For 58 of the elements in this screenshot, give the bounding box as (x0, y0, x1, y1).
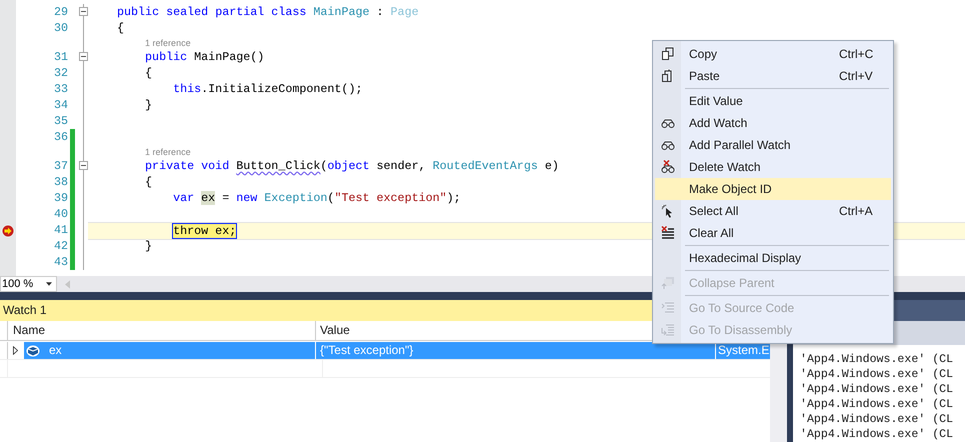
collapse-icon[interactable] (79, 7, 88, 16)
line-number: 34 (54, 98, 68, 112)
code-line: public sealed partial class MainPage : Page (117, 4, 419, 20)
line-number: 32 (54, 66, 68, 80)
glasses-delete-icon (661, 160, 675, 174)
line-number: 38 (54, 175, 68, 189)
menu-item[interactable]: Hexadecimal Display (655, 247, 891, 269)
code-line: { (145, 65, 152, 81)
output-line: 'App4.Windows.exe' (CL (800, 397, 954, 412)
menu-item[interactable]: Select All Ctrl+A (655, 200, 891, 222)
zoom-dropdown[interactable]: 100 % (0, 276, 57, 292)
stacked-windows-icon (661, 276, 675, 290)
menu-item[interactable]: Add Watch (655, 112, 891, 134)
code-line: } (145, 97, 152, 113)
code-line: this.InitializeComponent(); (173, 81, 362, 97)
clear-list-icon (661, 226, 675, 240)
code-line: { (117, 20, 124, 36)
output-line: 'App4.Windows.exe' (CL (800, 427, 954, 442)
menu-item[interactable]: Paste Ctrl+V (655, 65, 891, 87)
table-cell: {"Test exception"} (316, 342, 716, 359)
code-line: } (145, 238, 152, 254)
line-number: 33 (54, 82, 68, 96)
code-line: public MainPage() (145, 49, 264, 65)
menu-item[interactable]: Copy Ctrl+C (655, 43, 891, 65)
line-number: 31 (54, 50, 68, 64)
list-arrow-icon (661, 323, 675, 337)
line-number: 37 (54, 159, 68, 173)
line-number: 36 (54, 130, 68, 144)
line-number: 39 (54, 191, 68, 205)
output-line: 'App4.Windows.exe' (CL (800, 352, 954, 367)
line-number: 41 (54, 223, 68, 237)
line-number: 42 (54, 239, 68, 253)
line-number: 29 (54, 5, 68, 19)
menu-item[interactable]: Delete Watch (655, 156, 891, 178)
output-line: 'App4.Windows.exe' (CL (800, 412, 954, 427)
indent-list-icon (661, 301, 675, 315)
object-icon (26, 344, 40, 356)
output-line: 'App4.Windows.exe' (CL (800, 382, 954, 397)
column-header[interactable]: Name (8, 321, 316, 340)
column-header[interactable]: Value (316, 321, 350, 340)
expand-arrow-icon[interactable] (13, 346, 18, 355)
collapse-icon[interactable] (79, 161, 88, 170)
menu-item[interactable]: Edit Value (655, 90, 891, 112)
line-number: 35 (54, 114, 68, 128)
menu-item[interactable]: Add Parallel Watch (655, 134, 891, 156)
line-number: 30 (54, 21, 68, 35)
dropdown-arrow-icon (46, 282, 52, 286)
output-line: 'App4.Windows.exe' (CL (800, 367, 954, 382)
line-number: 40 (54, 207, 68, 221)
line-number: 43 (54, 255, 68, 269)
code-line: private void Button_Click(object sender, RoutedEventArgs e) (145, 158, 559, 174)
table-cell: ex (24, 342, 315, 359)
collapse-icon[interactable] (79, 52, 88, 61)
menu-item[interactable]: Clear All (655, 222, 891, 244)
code-line: var ex = new Exception("Test exception"); (173, 190, 461, 206)
menu-item[interactable]: Make Object ID (655, 178, 891, 200)
copy-icon (661, 47, 675, 61)
code-line: { (145, 174, 152, 190)
